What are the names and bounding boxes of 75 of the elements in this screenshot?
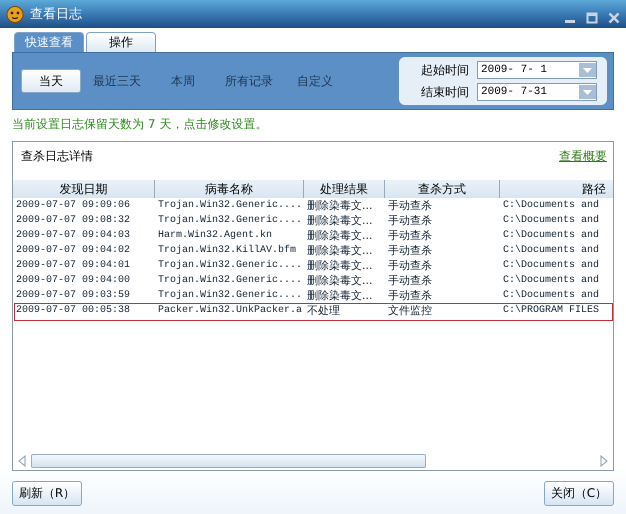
window-title: 查看日志 xyxy=(30,6,82,23)
table-cell-text: 手动查杀 xyxy=(387,199,433,212)
table-cell-text: 2009-07-07 09:04:01 xyxy=(15,259,132,272)
table-cell-text: C:\Documents and xyxy=(502,289,600,302)
table-cell-text: 文件监控 xyxy=(387,304,433,319)
table-row[interactable]: 2009-07-07 09:03:59 Trojan.Win32.Generic.... 删除染毒文... 手动查杀 C:\Documents and xyxy=(14,288,613,303)
table-cell-text: Harm.Win32.Agent.kn xyxy=(157,229,274,242)
table-cell-text: 手动查杀 xyxy=(387,244,433,257)
filter-button[interactable]: 当天 xyxy=(21,69,81,93)
table-row[interactable]: 2009-07-07 09:04:02 Trojan.Win32.KillAV.bfm 删除染毒文... 手动查杀 C:\Documents and xyxy=(14,243,613,258)
table-cell-text: C:\Documents and xyxy=(502,274,600,287)
table-cell-text: 删除染毒文... xyxy=(306,244,374,257)
table-cell-text: Packer.Win32.UnkPacker.a xyxy=(157,304,304,318)
table-cell-text: 删除染毒文... xyxy=(306,259,374,272)
table-cell-text: 2009-07-07 00:05:38 xyxy=(15,304,132,318)
date-label: 起始时间 xyxy=(420,62,469,78)
table-cell-text: 2009-07-07 09:04:02 xyxy=(15,244,132,257)
column-header[interactable]: 处理结果 xyxy=(304,180,385,198)
table-cell-text: C:\Documents and xyxy=(502,244,600,257)
table-cell-text: 2009-07-07 09:08:32 xyxy=(15,214,132,227)
table-cell-text: 2009-07-07 09:09:06 xyxy=(15,199,132,212)
column-header[interactable]: 发现日期 xyxy=(13,180,155,198)
table-cell-text: C:\Documents and xyxy=(502,229,600,242)
tab[interactable]: 操作 xyxy=(86,32,156,52)
table-cell-text: Trojan.Win32.Generic.... xyxy=(157,199,304,212)
table-row[interactable]: 2009-07-07 09:09:06 Trojan.Win32.Generic.... 删除染毒文... 手动查杀 C:\Documents and xyxy=(14,198,613,213)
table-cell-text: C:\Documents and xyxy=(502,259,600,272)
table-cell-text: 删除染毒文... xyxy=(306,229,374,242)
table-row[interactable]: 2009-07-07 09:04:00 Trojan.Win32.Generic.... 删除染毒文... 手动查杀 C:\Documents and xyxy=(14,273,613,288)
table-cell-text: 删除染毒文... xyxy=(306,289,374,302)
tiger-head-icon xyxy=(6,5,24,23)
retention-notice[interactable]: 当前设置日志保留天数为 7 天，点击修改设置。 xyxy=(12,110,614,141)
table-cell-text: C:\Documents and xyxy=(502,214,600,227)
scroll-left-icon[interactable] xyxy=(17,455,27,467)
scrollbar-thumb[interactable] xyxy=(31,454,426,468)
filter-button[interactable]: 最近三天 xyxy=(87,69,147,93)
maximize-icon[interactable] xyxy=(586,12,598,24)
date-label: 结束时间 xyxy=(420,84,469,100)
table-row[interactable]: 2009-07-07 09:04:01 Trojan.Win32.Generic.... 删除染毒文... 手动查杀 C:\Documents and xyxy=(14,258,613,273)
close-icon[interactable] xyxy=(608,12,620,24)
filter-button[interactable]: 本周 xyxy=(153,69,213,93)
dialog-button[interactable]: 关闭（C） xyxy=(544,481,614,506)
table-row[interactable]: 2009-07-07 09:04:03 Harm.Win32.Agent.kn 删除染毒文... 手动查杀 C:\Documents and xyxy=(14,228,613,243)
table-cell-text: C:\Documents and xyxy=(502,199,600,212)
summary-link[interactable]: 查看概要 xyxy=(559,148,607,163)
date-dropdown[interactable]: 2009- 7- 1 xyxy=(477,61,597,79)
filter-button[interactable]: 自定义 xyxy=(285,69,345,93)
table-cell-text: 删除染毒文... xyxy=(306,274,374,287)
column-header[interactable]: 查杀方式 xyxy=(385,180,500,198)
filter-button[interactable]: 所有记录 xyxy=(219,69,279,93)
table-cell-text: 手动查杀 xyxy=(387,259,433,272)
scroll-right-icon[interactable] xyxy=(599,455,609,467)
table-cell-text: 删除染毒文... xyxy=(306,214,374,227)
table-cell-text: 2009-07-07 09:04:03 xyxy=(15,229,132,242)
table-cell-text: C:\PROGRAM FILES xyxy=(502,304,600,318)
column-header[interactable]: 路径 xyxy=(500,180,610,198)
table-cell-text: Trojan.Win32.Generic.... xyxy=(157,289,304,302)
table-row[interactable]: 2009-07-07 09:08:32 Trojan.Win32.Generic.... 删除染毒文... 手动查杀 C:\Documents and xyxy=(14,213,613,228)
table-cell-text: 2009-07-07 09:03:59 xyxy=(15,289,132,302)
date-dropdown[interactable]: 2009- 7-31 xyxy=(477,83,597,101)
table-cell-text: Trojan.Win32.Generic.... xyxy=(157,259,304,272)
column-header[interactable]: 病毒名称 xyxy=(155,180,304,198)
table-cell-text: 手动查杀 xyxy=(387,214,433,227)
table-cell-text: 手动查杀 xyxy=(387,229,433,242)
table-cell-text: 不处理 xyxy=(306,304,341,319)
table-cell-text: 2009-07-07 09:04:00 xyxy=(15,274,132,287)
panel-title: 查杀日志详情 xyxy=(21,148,93,163)
table-cell-text: Trojan.Win32.Generic.... xyxy=(157,274,304,287)
table-cell-text: 手动查杀 xyxy=(387,289,433,302)
table-row[interactable]: 2009-07-07 00:05:38 Packer.Win32.UnkPacker.a 不处理 文件监控 C:\PROGRAM FILES xyxy=(14,303,613,321)
table-cell-text: 删除染毒文... xyxy=(306,199,374,212)
table-cell-text: Trojan.Win32.Generic.... xyxy=(157,214,304,227)
table-cell-text: 手动查杀 xyxy=(387,274,433,287)
table-cell-text: Trojan.Win32.KillAV.bfm xyxy=(157,244,298,257)
dialog-button[interactable]: 刷新（R） xyxy=(12,481,82,506)
